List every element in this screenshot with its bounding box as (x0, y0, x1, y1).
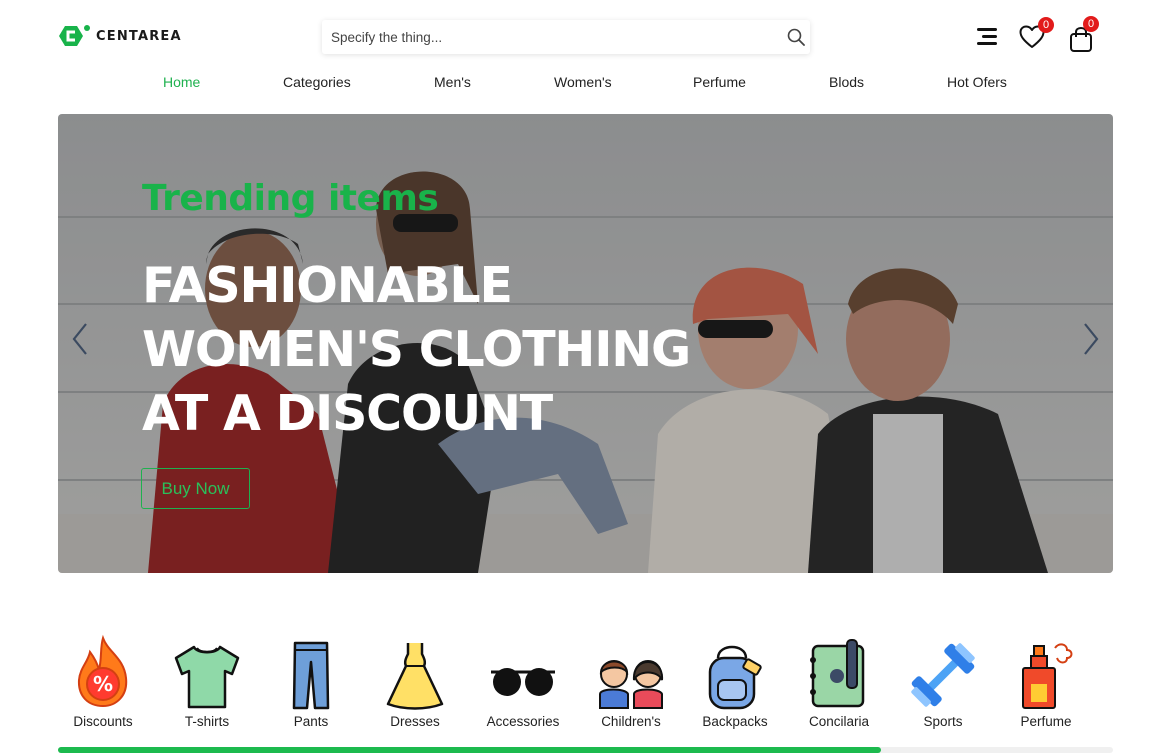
category-item-concilaria[interactable]: Concilaria (789, 628, 889, 729)
cart-button[interactable]: 0 (1067, 16, 1099, 52)
logo[interactable]: CENTAREA (58, 24, 182, 48)
hero-title-line: AT A DISCOUNT (142, 385, 553, 442)
category-label: Perfume (1020, 714, 1072, 729)
menu-icon (977, 28, 997, 31)
children-icon (599, 660, 664, 709)
menu-icon-bar (982, 35, 997, 38)
nav-item-home[interactable]: Home (163, 74, 200, 90)
category-label: Concilaria (808, 714, 870, 729)
pants-icon (292, 641, 330, 710)
sunglasses-icon (491, 668, 555, 696)
category-item-backpacks[interactable]: Backpacks (685, 628, 785, 729)
perfume-icon (1022, 643, 1073, 709)
category-item-childrens[interactable]: Children's (581, 628, 681, 729)
carousel-prev-button[interactable] (68, 319, 92, 359)
search-button[interactable] (784, 25, 808, 49)
nav-item-categories[interactable]: Categories (283, 74, 351, 90)
category-label: Sports (923, 714, 963, 729)
discount-fire-icon: % (77, 634, 128, 708)
carousel-next-button[interactable] (1079, 319, 1103, 359)
category-scrollbar[interactable] (58, 747, 1113, 753)
header: CENTAREA 0 0 (0, 0, 1151, 70)
category-item-accessories[interactable]: Accessories (473, 628, 573, 729)
category-label: Children's (601, 714, 661, 729)
category-item-perfume[interactable]: Perfume (996, 628, 1096, 729)
chevron-left-icon (72, 323, 87, 355)
nav-item-mens[interactable]: Men's (434, 74, 471, 90)
search-bar (322, 20, 810, 54)
svg-text:%: % (93, 672, 113, 696)
wishlist-count-badge: 0 (1038, 17, 1054, 33)
category-item-dresses[interactable]: Dresses (365, 628, 465, 729)
category-label: Discounts (73, 714, 133, 729)
search-input[interactable] (322, 20, 762, 54)
category-strip: % Discounts T-shirts Pants Dresses Acces… (58, 628, 1113, 732)
category-scrollbar-thumb[interactable] (58, 747, 881, 753)
category-label: Accessories (486, 714, 560, 729)
nav-item-hot-ofers[interactable]: Hot Ofers (947, 74, 1007, 90)
hero-title: FASHIONABLE WOMEN'S CLOTHING AT A DISCOU… (142, 254, 691, 446)
hero-subtitle: Trending items (142, 178, 439, 219)
category-item-sports[interactable]: Sports (893, 628, 993, 729)
category-label: Pants (293, 714, 329, 729)
cart-count-badge: 0 (1083, 16, 1099, 32)
hero-banner: Trending items FASHIONABLE WOMEN'S CLOTH… (58, 114, 1113, 573)
category-label: Backpacks (702, 714, 768, 729)
backpack-icon (708, 645, 762, 710)
nav-item-womens[interactable]: Women's (554, 74, 612, 90)
tshirt-icon (174, 645, 240, 709)
search-icon (787, 28, 805, 46)
buy-now-button[interactable]: Buy Now (141, 468, 250, 509)
logo-icon (59, 25, 90, 46)
hero-title-line: WOMEN'S CLOTHING (142, 321, 691, 378)
chevron-right-icon (1084, 323, 1099, 355)
category-item-discounts[interactable]: % Discounts (53, 628, 153, 729)
category-item-tshirts[interactable]: T-shirts (157, 628, 257, 729)
dumbbell-icon (911, 643, 975, 707)
notebook-icon (810, 639, 865, 708)
category-label: Dresses (390, 714, 440, 729)
menu-icon-bar (977, 42, 997, 45)
category-item-pants[interactable]: Pants (261, 628, 361, 729)
brand-name: CENTAREA (96, 28, 182, 44)
category-label: T-shirts (184, 714, 230, 729)
wishlist-button[interactable]: 0 (1019, 17, 1054, 51)
main-nav: Home Categories Men's Women's Perfume Bl… (0, 74, 1151, 96)
nav-item-blods[interactable]: Blods (829, 74, 864, 90)
menu-button[interactable] (975, 27, 999, 47)
hero-title-line: FASHIONABLE (142, 257, 513, 314)
nav-item-perfume[interactable]: Perfume (693, 74, 746, 90)
dress-icon (386, 643, 444, 710)
